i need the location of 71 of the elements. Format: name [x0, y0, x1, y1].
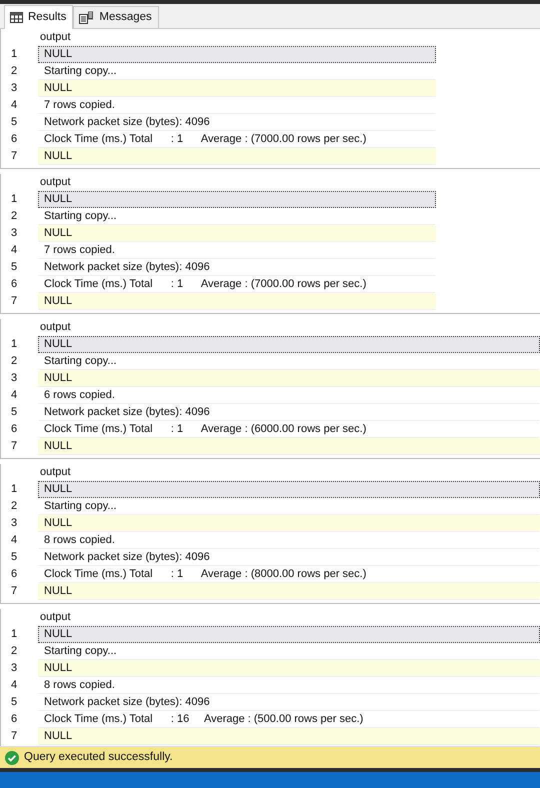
table-cell: Network packet size (bytes): 4096 — [38, 259, 436, 276]
row-number: 6 — [10, 132, 18, 147]
row-number: 5 — [10, 695, 18, 710]
results-tab[interactable]: Results — [4, 5, 74, 29]
row-number: 3 — [10, 661, 18, 676]
column-header[interactable]: output — [38, 319, 71, 336]
row-number: 1 — [10, 47, 18, 62]
row-number: 6 — [10, 277, 18, 292]
row-number: 7 — [10, 439, 18, 454]
table-cell: NULL — [38, 191, 436, 208]
row-number: 4 — [10, 388, 18, 403]
table-cell: 7 rows copied. — [38, 242, 436, 259]
column-header[interactable]: output — [38, 609, 71, 626]
row-number: 1 — [10, 337, 18, 352]
table-cell: NULL — [38, 46, 436, 63]
row-number: 7 — [10, 149, 18, 164]
check-icon — [5, 750, 19, 764]
status-text: Query executed successfully. — [24, 750, 173, 765]
row-number: 4 — [10, 533, 18, 548]
row-number: 2 — [10, 64, 18, 79]
row-number: 6 — [10, 422, 18, 437]
row-number: 2 — [10, 644, 18, 659]
table-cell: NULL — [38, 515, 540, 532]
column-header[interactable]: output — [38, 464, 71, 481]
table-cell: NULL — [38, 728, 540, 745]
row-number: 7 — [10, 729, 18, 744]
table-cell: NULL — [38, 626, 540, 643]
table-cell: NULL — [38, 481, 540, 498]
row-number: 5 — [10, 405, 18, 420]
table-cell: NULL — [38, 583, 540, 600]
row-number: 5 — [10, 115, 18, 130]
table-cell: NULL — [38, 438, 540, 455]
table-cell: Network packet size (bytes): 4096 — [38, 694, 540, 711]
row-number: 4 — [10, 243, 18, 258]
table-cell: NULL — [38, 293, 436, 310]
table-cell: NULL — [38, 80, 436, 97]
row-number: 4 — [10, 678, 18, 693]
table-cell: NULL — [38, 660, 540, 677]
table-cell: Network packet size (bytes): 4096 — [38, 404, 540, 421]
table-cell: NULL — [38, 336, 540, 353]
row-number: 4 — [10, 98, 18, 113]
row-number: 2 — [10, 499, 18, 514]
column-header[interactable]: output — [38, 29, 71, 46]
table-cell: 8 rows copied. — [38, 532, 540, 549]
row-number: 7 — [10, 294, 18, 309]
row-number: 7 — [10, 584, 18, 599]
row-number: 6 — [10, 567, 18, 582]
row-number: 1 — [10, 627, 18, 642]
row-number: 3 — [10, 371, 18, 386]
table-cell: 6 rows copied. — [38, 387, 540, 404]
table-cell: 7 rows copied. — [38, 97, 436, 114]
column-header[interactable]: output — [38, 174, 71, 191]
table-cell: NULL — [38, 225, 436, 242]
row-number: 3 — [10, 81, 18, 96]
table-cell: Network packet size (bytes): 4096 — [38, 549, 540, 566]
row-number: 2 — [10, 354, 18, 369]
table-cell: NULL — [38, 370, 540, 387]
row-number: 3 — [10, 226, 18, 241]
document-icon — [79, 11, 94, 24]
row-number: 5 — [10, 550, 18, 565]
row-number: 6 — [10, 712, 18, 727]
table-cell: 8 rows copied. — [38, 677, 540, 694]
row-number: 5 — [10, 260, 18, 275]
results-tab[interactable]: Messages — [73, 6, 159, 28]
row-number: 2 — [10, 209, 18, 224]
row-number: 3 — [10, 516, 18, 531]
row-number: 1 — [10, 482, 18, 497]
row-number: 1 — [10, 192, 18, 207]
grid-icon — [10, 12, 23, 23]
table-cell: Network packet size (bytes): 4096 — [38, 114, 436, 131]
table-cell: NULL — [38, 148, 436, 165]
